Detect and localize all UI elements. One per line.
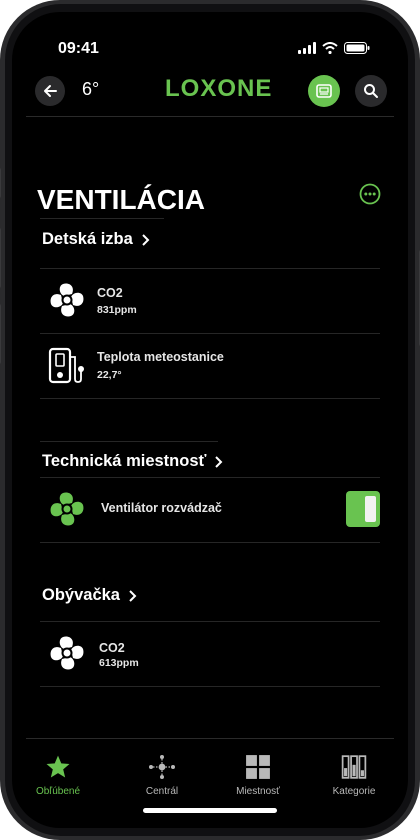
home-indicator[interactable] <box>143 808 277 813</box>
outdoor-temperature[interactable]: 6° <box>82 79 99 100</box>
star-icon <box>46 755 70 778</box>
screen: 09:41 6° LOXONE VENTILÁCIA Detská izba C… <box>12 12 408 828</box>
chevron-right-icon <box>129 589 137 602</box>
divider <box>40 621 380 622</box>
divider <box>40 268 380 269</box>
section-title: Detská izba <box>42 230 133 248</box>
divider <box>40 477 380 478</box>
intercom-button[interactable] <box>308 75 340 107</box>
tab-favorites[interactable]: Obľúbené <box>18 750 98 797</box>
tab-categories[interactable]: Kategorie <box>314 750 394 797</box>
fan-icon <box>50 283 84 317</box>
tab-rooms[interactable]: Miestnosť <box>218 750 298 797</box>
tabbar-divider <box>26 738 394 739</box>
battery-icon <box>344 42 370 54</box>
search-button[interactable] <box>355 75 387 107</box>
divider <box>40 333 380 334</box>
fan-switch[interactable] <box>346 491 380 527</box>
status-icons <box>298 42 370 54</box>
section-title: Technická miestnosť <box>42 452 207 470</box>
row-label: Ventilátor rozvádzač <box>101 501 222 515</box>
rooms-icon <box>246 755 270 779</box>
section-header-detska-izba[interactable]: Detská izba <box>42 230 150 249</box>
row-value: 613ppm <box>99 657 139 669</box>
more-options-icon[interactable] <box>359 183 381 205</box>
tab-label: Centrál <box>145 786 179 797</box>
loxone-logo: LOXONE <box>165 75 273 102</box>
central-icon <box>149 755 175 779</box>
arrow-left-icon <box>44 85 57 97</box>
thermometer-icon <box>48 347 84 384</box>
tab-label: Kategorie <box>332 786 376 797</box>
action-button <box>0 168 1 198</box>
row-label: Teplota meteostanice <box>97 350 224 364</box>
status-time: 09:41 <box>58 40 99 57</box>
wifi-icon <box>322 42 338 54</box>
row-value: 831ppm <box>97 304 137 316</box>
divider <box>40 686 380 687</box>
fan-icon <box>50 492 84 526</box>
categories-icon <box>341 755 367 779</box>
intercom-icon <box>316 84 332 98</box>
section-header-obyvacka[interactable]: Obývačka <box>42 586 137 605</box>
volume-down-button <box>0 304 1 364</box>
section-title: Obývačka <box>42 586 120 604</box>
back-button[interactable] <box>35 76 65 106</box>
divider <box>40 542 380 543</box>
signal-icon <box>298 42 316 54</box>
section-header-technicka-miestnost[interactable]: Technická miestnosť <box>42 452 223 471</box>
volume-up-button <box>0 228 1 288</box>
tab-label: Obľúbené <box>35 786 81 797</box>
page-title: VENTILÁCIA <box>37 184 205 215</box>
fan-icon <box>50 636 84 670</box>
tab-label: Miestnosť <box>236 786 280 797</box>
dynamic-island <box>146 26 274 60</box>
tab-bar: Obľúbené Centrál Miestnosť Kategorie <box>24 750 392 810</box>
phone-frame: 09:41 6° LOXONE VENTILÁCIA Detská izba C… <box>0 0 420 840</box>
chevron-right-icon <box>215 455 223 468</box>
tab-central[interactable]: Centrál <box>122 750 202 797</box>
divider <box>40 398 380 399</box>
chevron-right-icon <box>142 233 150 246</box>
divider <box>40 218 164 219</box>
search-icon <box>364 84 378 98</box>
row-label: CO2 <box>97 286 123 300</box>
row-label: CO2 <box>99 641 125 655</box>
header-divider <box>26 116 394 117</box>
switch-knob <box>365 496 376 522</box>
divider <box>40 441 218 442</box>
row-value: 22,7° <box>97 369 122 381</box>
